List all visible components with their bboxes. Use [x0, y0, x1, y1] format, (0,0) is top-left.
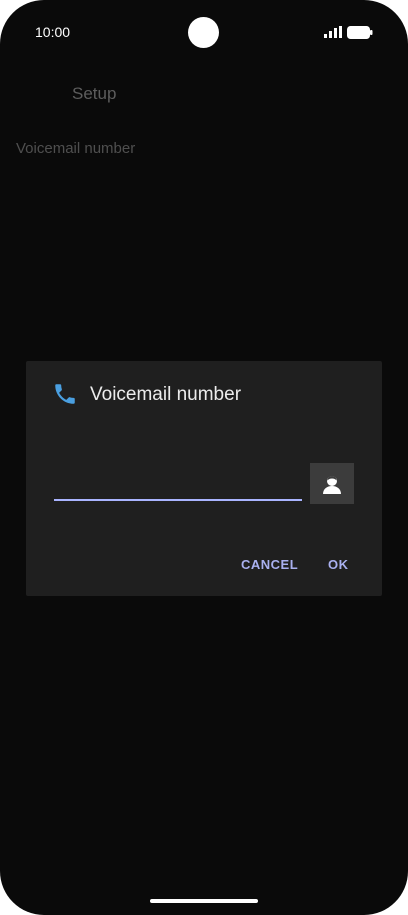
- ok-button[interactable]: OK: [328, 557, 349, 572]
- phone-icon: [55, 384, 75, 404]
- cancel-button[interactable]: CANCEL: [241, 557, 298, 572]
- signal-icon: [324, 26, 342, 38]
- home-indicator[interactable]: [150, 899, 258, 903]
- voicemail-number-dialog: Voicemail number CANCEL OK: [26, 361, 382, 596]
- battery-icon: [347, 26, 373, 39]
- page-title: Setup: [72, 84, 117, 103]
- phone-screen: 10:00 Setup Voicemail number Voicemail n…: [0, 0, 408, 915]
- pick-contact-button[interactable]: [310, 463, 354, 504]
- voicemail-number-setting[interactable]: Voicemail number: [16, 140, 135, 157]
- contact-icon: [323, 475, 341, 494]
- status-bar: 10:00: [0, 0, 408, 66]
- status-time: 10:00: [35, 24, 71, 40]
- dialog-title: Voicemail number: [90, 384, 242, 405]
- front-camera: [188, 17, 219, 48]
- voicemail-number-input[interactable]: [54, 473, 302, 501]
